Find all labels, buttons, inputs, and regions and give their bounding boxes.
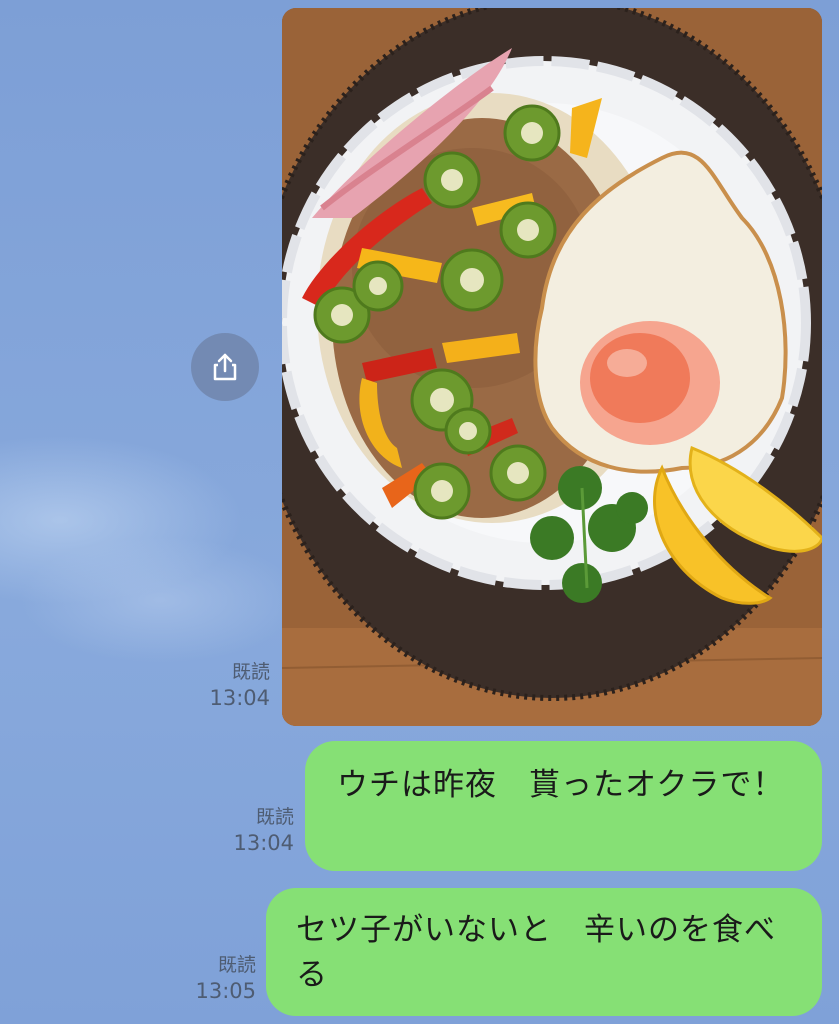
timestamp: 13:05 <box>195 979 256 1003</box>
food-photo <box>282 8 822 726</box>
message-meta: 既読 13:04 <box>190 660 270 712</box>
sent-message-bubble[interactable]: セツ子がいないと 辛いのを食べる <box>266 888 822 1016</box>
message-text: ウチは昨夜 貰ったオクラで！ <box>337 767 785 803</box>
read-receipt: 既読 <box>255 806 294 828</box>
message-meta: 既読 13:04 <box>214 805 294 857</box>
sent-photo-message[interactable] <box>282 8 822 726</box>
read-receipt: 既読 <box>217 954 256 976</box>
share-icon <box>213 353 237 381</box>
message-meta: 既読 13:05 <box>176 953 256 1005</box>
message-text: セツ子がいないと 辛いのを食べる <box>296 912 776 993</box>
timestamp: 13:04 <box>233 831 294 855</box>
timestamp: 13:04 <box>209 686 270 710</box>
read-receipt: 既読 <box>231 661 270 683</box>
sent-message-bubble[interactable]: ウチは昨夜 貰ったオクラで！ <box>305 741 822 871</box>
share-button[interactable] <box>191 333 259 401</box>
